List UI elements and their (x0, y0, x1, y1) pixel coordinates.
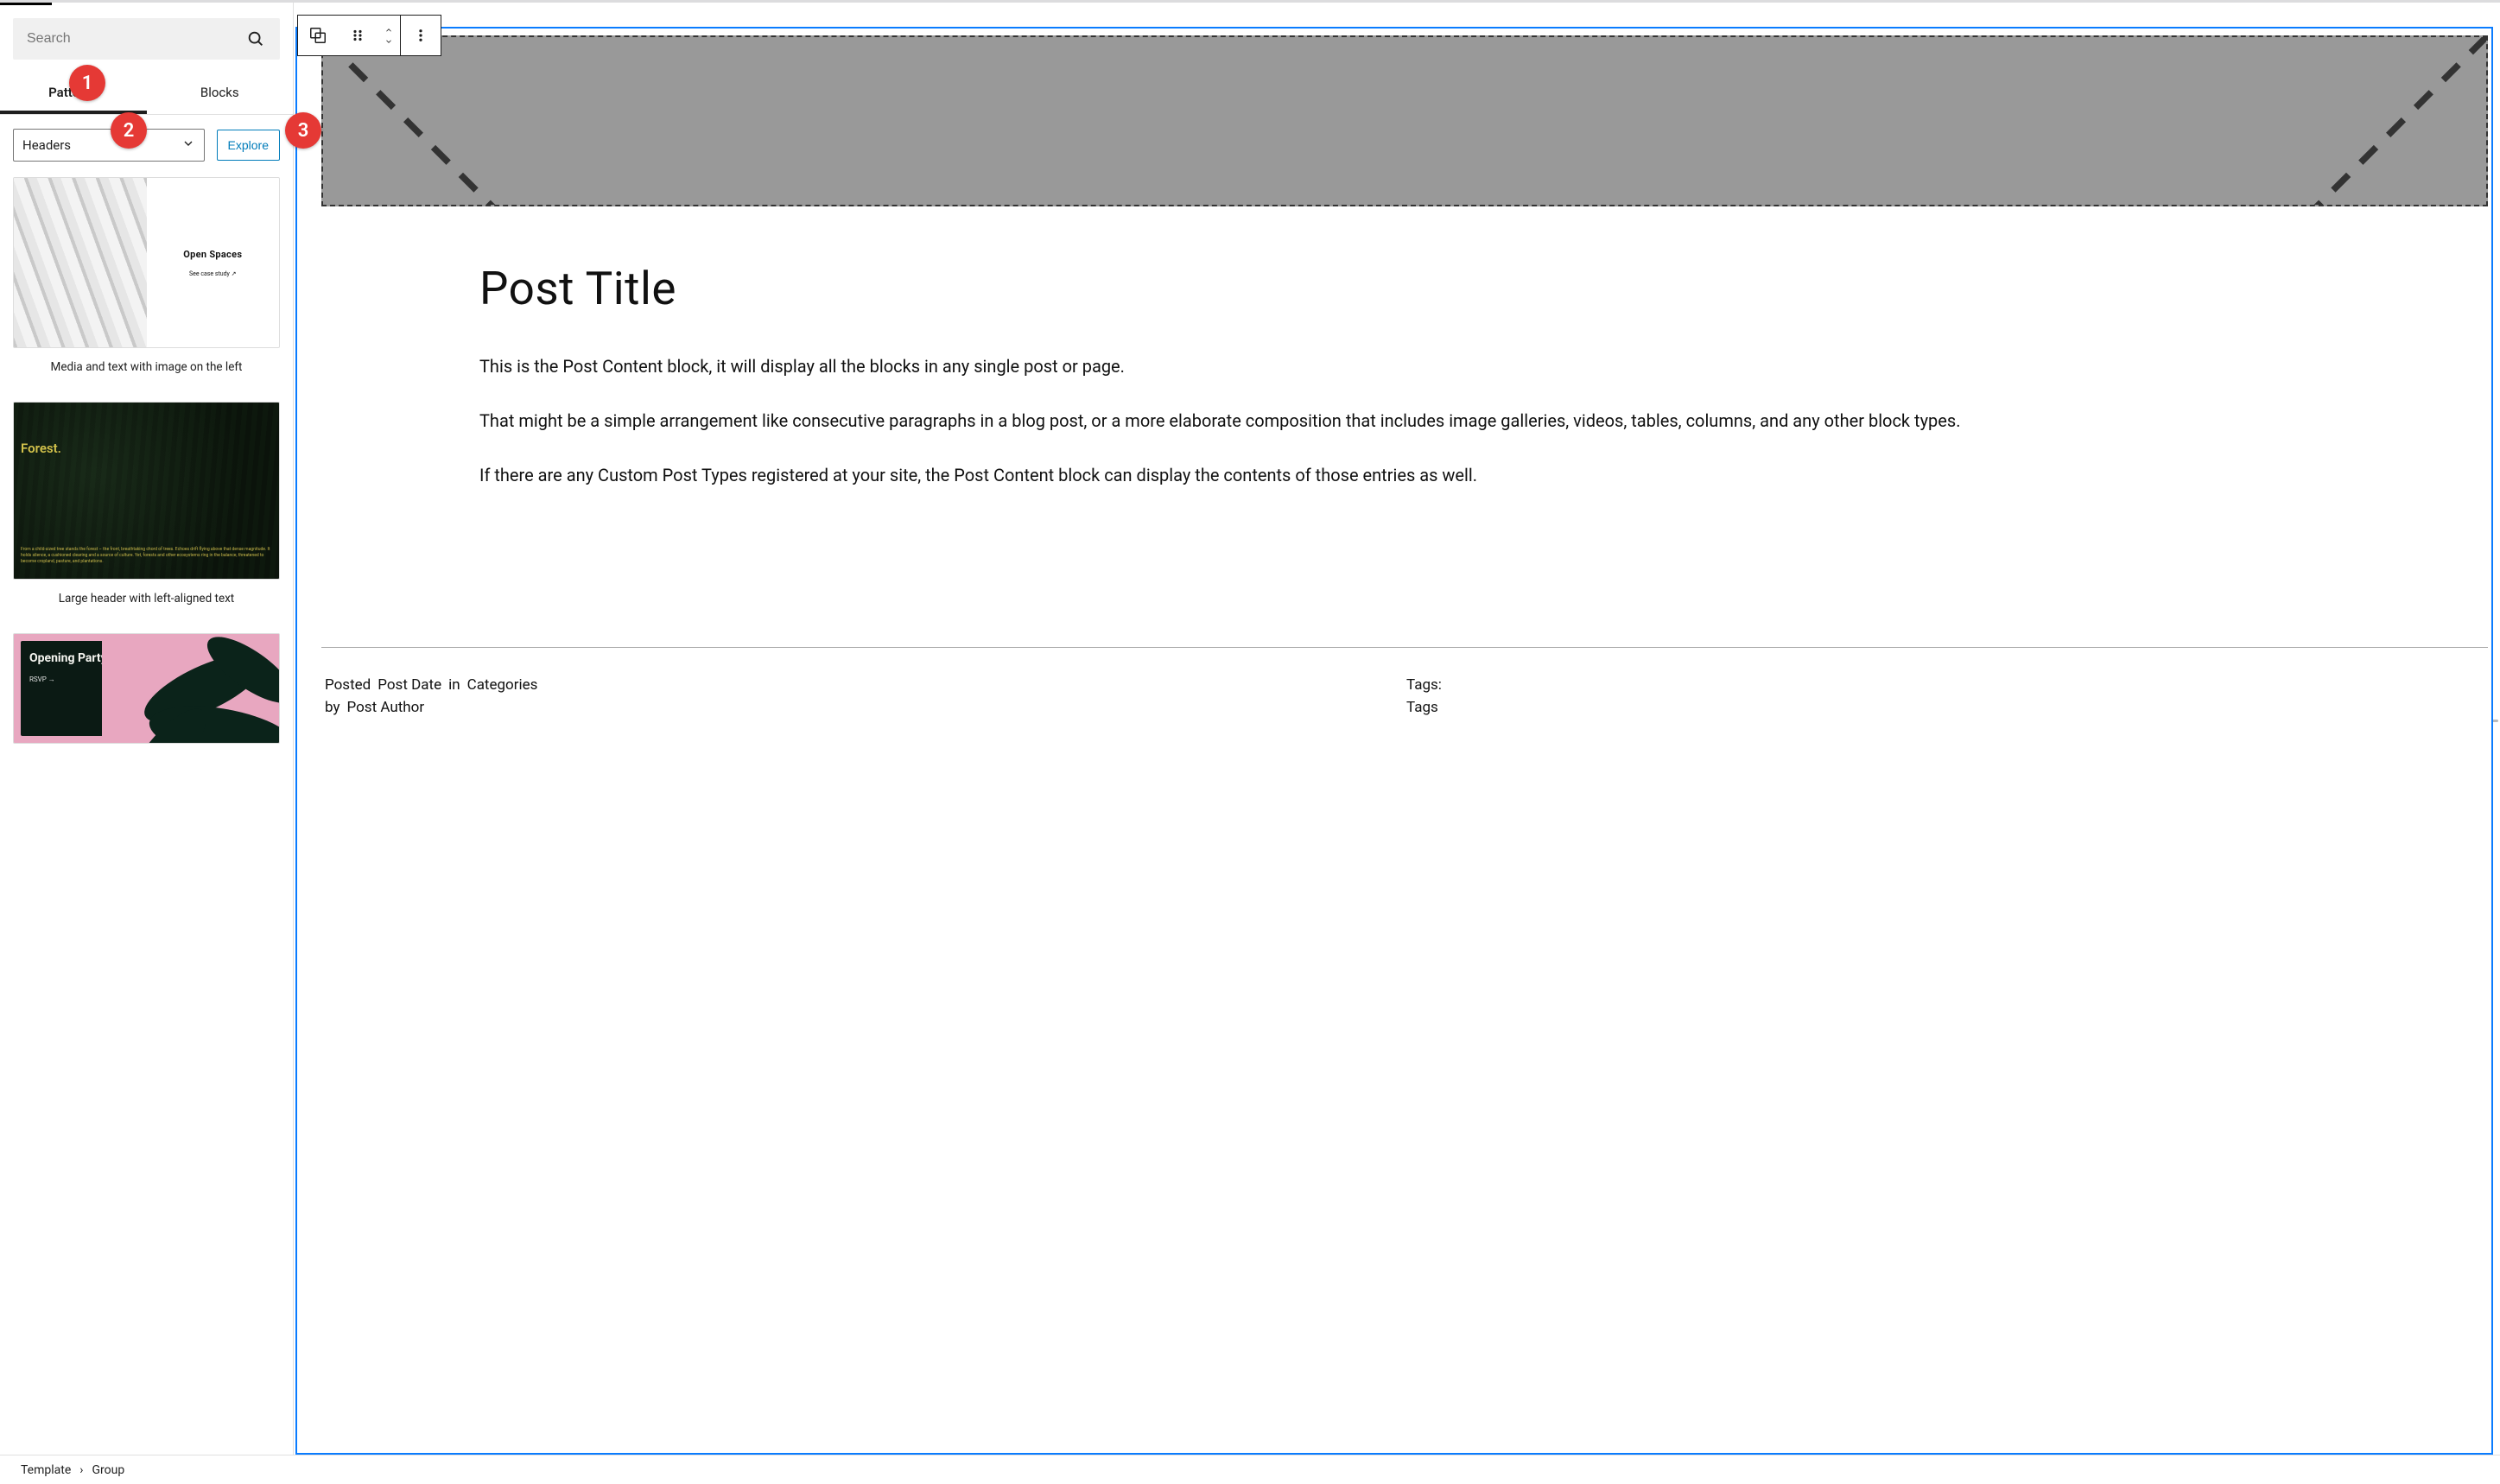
pattern-preview-subtitle: See case study ↗ (189, 270, 236, 277)
pattern-preview-media-text[interactable]: Open Spaces See case study ↗ (13, 177, 280, 348)
post-meta-left: Posted Post Date in Categories by Post A… (325, 676, 1406, 721)
tags-block[interactable]: Tags (1406, 699, 1438, 716)
by-label: by (325, 699, 340, 716)
posted-label: Posted (325, 676, 371, 694)
pattern-preview-plant-image (102, 633, 280, 744)
image-placeholder-block[interactable] (321, 35, 2488, 206)
post-title[interactable]: Post Title (479, 262, 2336, 315)
pattern-preview-title: Opening Party (29, 651, 113, 665)
pattern-item: Open Spaces See case study ↗ Media and t… (13, 177, 280, 386)
pattern-filter-row: Headers Explore (0, 115, 293, 177)
separator (321, 647, 2488, 648)
block-selection-outline (295, 27, 2493, 1455)
annotation-badge-3: 3 (285, 112, 321, 149)
chevron-right-icon: › (79, 1463, 83, 1477)
pattern-preview-text: Open Spaces See case study ↗ (147, 178, 280, 347)
scroll-indicator (2491, 720, 2498, 722)
drag-handle[interactable] (338, 16, 378, 55)
post-meta: Posted Post Date in Categories by Post A… (325, 676, 2488, 721)
search-box[interactable] (13, 18, 280, 60)
block-options-button[interactable] (401, 16, 441, 55)
move-up-button[interactable] (383, 26, 395, 35)
post-content-block: Post Title This is the Post Content bloc… (479, 262, 2336, 517)
pattern-preview-image (14, 178, 147, 347)
post-meta-right: Tags: Tags (1406, 676, 2488, 721)
pattern-item: Forest. From a child-sized tree stands t… (13, 402, 280, 618)
tab-blocks[interactable]: Blocks (147, 73, 294, 114)
post-date-block[interactable]: Post Date (378, 676, 441, 694)
post-content-paragraph[interactable]: This is the Post Content block, it will … (479, 353, 2336, 380)
block-type-button[interactable] (298, 16, 338, 55)
pattern-category-select[interactable]: Headers (13, 129, 205, 162)
pattern-preview-opening-party[interactable]: Opening Party RSVP → (13, 633, 280, 744)
post-meta-row: Tags: (1406, 676, 2488, 694)
pattern-preview-body: From a child-sized tree stands the fores… (21, 547, 272, 565)
pattern-preview-large-header[interactable]: Forest. From a child-sized tree stands t… (13, 402, 280, 580)
explore-button[interactable]: Explore (217, 130, 280, 161)
annotation-badge-1: 1 (69, 65, 105, 101)
block-movers (378, 16, 400, 55)
post-author-block[interactable]: Post Author (347, 699, 425, 716)
pattern-label: Large header with left-aligned text (13, 580, 280, 618)
pattern-label: Media and text with image on the left (13, 348, 280, 386)
annotation-badge-2: 2 (111, 112, 147, 149)
post-meta-row: by Post Author (325, 699, 1406, 716)
post-content-paragraph[interactable]: That might be a simple arrangement like … (479, 408, 2336, 434)
search-icon (245, 29, 266, 49)
inserter-tabs: Patterns Blocks (0, 73, 293, 115)
block-toolbar (297, 15, 441, 56)
inserter-sidebar: Patterns Blocks Headers Explore Open Spa… (0, 3, 294, 1484)
pattern-preview-subtitle: RSVP → (29, 675, 113, 683)
search-input[interactable] (27, 31, 245, 47)
breadcrumb: Template › Group (0, 1455, 2500, 1484)
pattern-item: Opening Party RSVP → (13, 633, 280, 744)
tags-label: Tags: (1406, 676, 1442, 694)
placeholder-diagonals (323, 37, 2486, 206)
pattern-preview-title: Forest. (21, 441, 61, 456)
chevron-down-icon (181, 136, 195, 154)
app-root: Patterns Blocks Headers Explore Open Spa… (0, 0, 2500, 1484)
post-categories-block[interactable]: Categories (467, 676, 538, 694)
pattern-category-value: Headers (22, 137, 71, 153)
breadcrumb-root[interactable]: Template (21, 1463, 71, 1477)
breadcrumb-current[interactable]: Group (92, 1463, 124, 1477)
editor-canvas[interactable]: Post Title This is the Post Content bloc… (294, 3, 2500, 1484)
in-label: in (448, 676, 460, 694)
pattern-preview-title: Open Spaces (183, 249, 242, 260)
patterns-list[interactable]: Open Spaces See case study ↗ Media and t… (0, 177, 293, 1484)
post-meta-row: Posted Post Date in Categories (325, 676, 1406, 694)
post-content-paragraph[interactable]: If there are any Custom Post Types regis… (479, 462, 2336, 489)
move-down-button[interactable] (383, 37, 395, 46)
post-meta-row: Tags (1406, 699, 2488, 716)
